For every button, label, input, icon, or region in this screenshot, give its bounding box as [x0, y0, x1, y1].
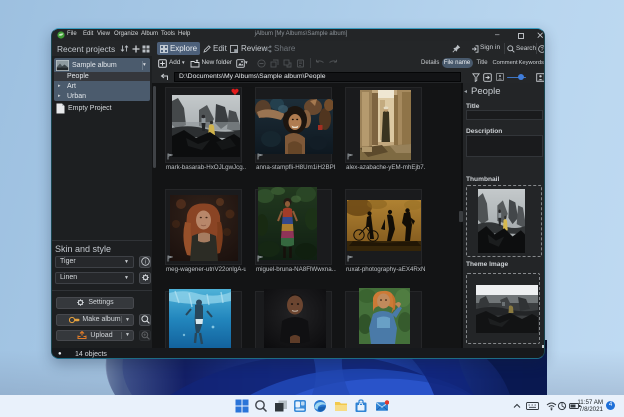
- svg-text:?: ?: [540, 47, 543, 53]
- svg-text:i: i: [144, 260, 146, 266]
